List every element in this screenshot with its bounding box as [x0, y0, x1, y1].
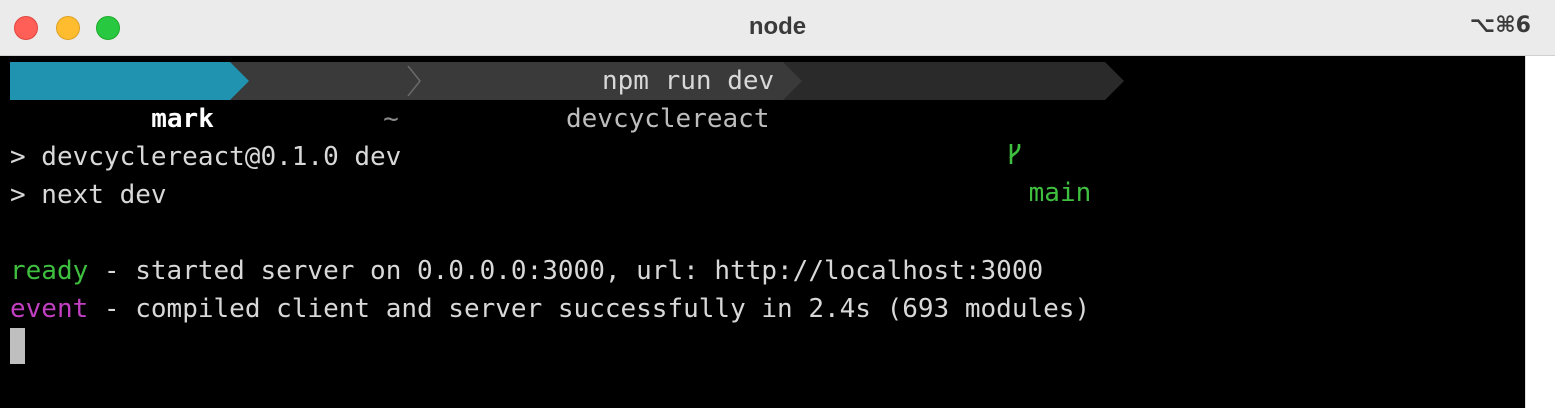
ready-line: ready - started server on 0.0.0.0:3000, …	[10, 252, 1043, 290]
window-shortcut-label: ⌥⌘6	[1469, 13, 1531, 38]
terminal-cursor	[10, 328, 25, 364]
prompt-directory: devcyclereact	[565, 104, 770, 134]
window-title: node	[748, 13, 807, 40]
event-line: event - compiled client and server succe…	[10, 290, 1090, 328]
powerline-arrow	[229, 62, 249, 100]
prompt-user-segment: mark	[10, 62, 249, 134]
terminal-content[interactable]: mark ~ devcyclereact main npm run dev > …	[0, 56, 1525, 408]
git-branch-icon	[937, 100, 1023, 214]
ready-tag: ready	[10, 256, 89, 286]
output-line: > next dev	[10, 180, 167, 210]
prompt-user: mark	[151, 104, 214, 134]
prompt-home-segment: ~	[229, 62, 421, 134]
title-bar: node ⌥⌘6	[0, 0, 1555, 56]
prompt-home: ~	[383, 104, 399, 134]
output-line: > devcyclereact@0.1.0 dev	[10, 142, 402, 172]
event-text: - compiled client and server successfull…	[88, 294, 1091, 324]
prompt-branch: main	[1028, 178, 1092, 208]
powerline-thin-separator	[407, 66, 421, 96]
powerline-arrow	[783, 62, 803, 100]
event-tag: event	[10, 294, 89, 324]
terminal-window: node ⌥⌘6 mark ~ devcyclereact main npm r…	[0, 0, 1555, 408]
scrollbar-track[interactable]	[1525, 56, 1555, 408]
shell-prompt: mark ~ devcyclereact main	[10, 62, 1125, 208]
prompt-git-segment: main	[783, 62, 1125, 208]
powerline-arrow	[1105, 62, 1125, 100]
command-text: npm run dev	[602, 66, 775, 96]
ready-text: - started server on 0.0.0.0:3000, url: h…	[88, 256, 1044, 286]
